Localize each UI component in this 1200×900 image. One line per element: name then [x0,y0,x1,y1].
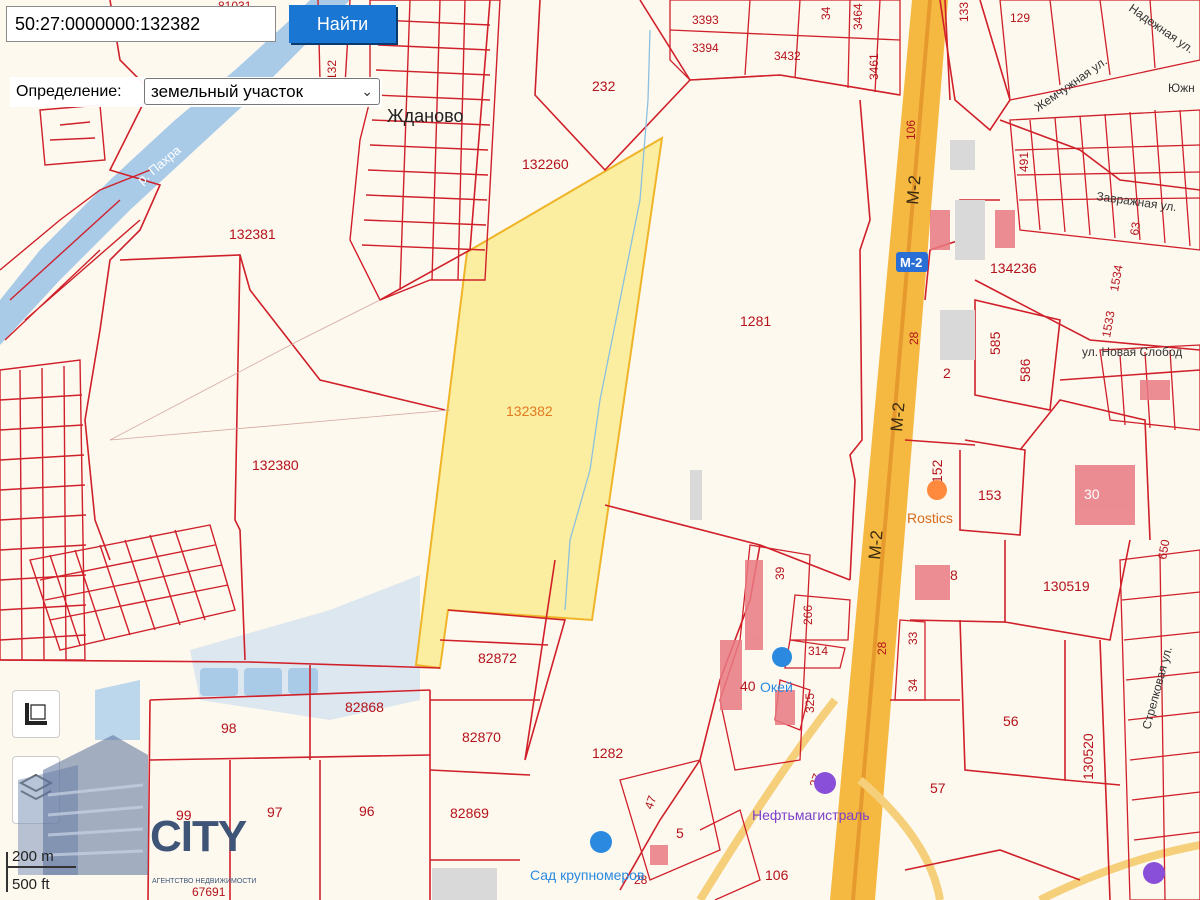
poi-sad-label[interactable]: Сад крупномеров [530,867,644,883]
parcel-label: 97 [267,804,283,820]
poi-neftemagistral-label[interactable]: Нефтьмагистраль [752,807,870,823]
parcel-label: 586 [1017,358,1033,382]
cadastral-number-input[interactable] [6,6,276,42]
parcel-label: 132381 [229,226,276,242]
highway-label: М-2 [865,530,886,561]
garden-icon[interactable] [590,831,612,853]
definition-selected-value: земельный участок [151,82,304,101]
fuel-station-icon[interactable] [814,772,836,794]
parcel-label: 8 [950,567,958,583]
parcel-label: 3432 [774,49,801,63]
parcel-label: 56 [1003,713,1019,729]
parcel-label: 106 [765,867,789,883]
parcel-label: 132380 [252,457,299,473]
parcel-label: 314 [808,644,828,658]
definition-label: Определение: [16,83,122,100]
street-label: Южн [1168,81,1195,95]
parcel-label: 232 [592,78,616,94]
parcel-label: 96 [359,803,375,819]
parcel-label: 133 [957,2,971,22]
poi-rostics-label[interactable]: Rostics [907,510,953,526]
parcel-label: 2 [943,365,951,381]
street-label: ул. Новая Слобод [1082,345,1182,359]
chevron-down-icon: ⌄ [361,83,373,99]
parcel-label: 152 [929,459,945,483]
parcel-label: 82872 [478,650,517,666]
rostics-icon[interactable] [927,480,947,500]
parcel-label: 40 [740,678,756,694]
parcel-label: 3461 [867,53,881,80]
scale-bar: 200 m 500 ft [0,846,80,896]
parcel-label: 129 [1010,11,1030,25]
parcel-label: 63 [1127,221,1143,237]
highway-label: М-2 [903,175,924,206]
parcel-label: 3394 [692,41,719,55]
parcel-label: 33 [906,631,920,645]
parcel-label: 130519 [1043,578,1090,594]
find-button[interactable]: Найти [289,5,396,43]
scale-metric: 200 m [12,848,54,865]
parcel-label: 5 [676,825,684,841]
parcel-label: 30 [1084,486,1100,502]
parcel-label: 132260 [522,156,569,172]
highway-label: М-2 [887,402,908,433]
poi-okey-label[interactable]: Окей [760,679,793,695]
parcel-label-selected: 132382 [506,403,553,419]
parcel-label: 134236 [990,260,1037,276]
parcel-label: 153 [978,487,1002,503]
definition-select[interactable]: земельный участок ⌄ [144,78,380,105]
shop-icon[interactable] [772,647,792,667]
scale-imperial: 500 ft [12,876,50,893]
parcel-label: 3464 [851,3,865,30]
definition-row: Определение: земельный участок ⌄ [10,77,382,107]
map-poi-icon[interactable] [1143,862,1165,884]
parcel-label: 130520 [1080,733,1096,780]
parcel-label: 28 [907,331,921,345]
parcel-label: 585 [987,331,1003,355]
village-label: Жданово [387,106,463,126]
parcel-label: 39 [773,566,787,580]
parcel-label: 325 [803,693,817,713]
ruler-icon [25,703,47,725]
parcel-label: 82870 [462,729,501,745]
parcel-label: 57 [930,780,946,796]
parcel-label: 82869 [450,805,489,821]
parcel-label: 98 [221,720,237,736]
highway-shield-label: М-2 [900,255,922,270]
parcel-label: 3393 [692,13,719,27]
parcel-label: 28 [875,641,889,655]
parcel-label: 82868 [345,699,384,715]
logo-name: CITY [150,812,247,861]
measure-tool-button[interactable] [12,690,60,738]
parcel-label: 34 [819,6,833,20]
parcel-label: 106 [904,120,918,140]
logo-tagline: АГЕНТСТВО НЕДВИЖИМОСТИ [152,878,257,885]
parcel-label: 491 [1017,152,1031,172]
parcel-label: 266 [801,605,815,625]
parcel-label: 34 [906,678,920,692]
parcel-label: 1281 [740,313,771,329]
parcel-label: 1282 [592,745,623,761]
